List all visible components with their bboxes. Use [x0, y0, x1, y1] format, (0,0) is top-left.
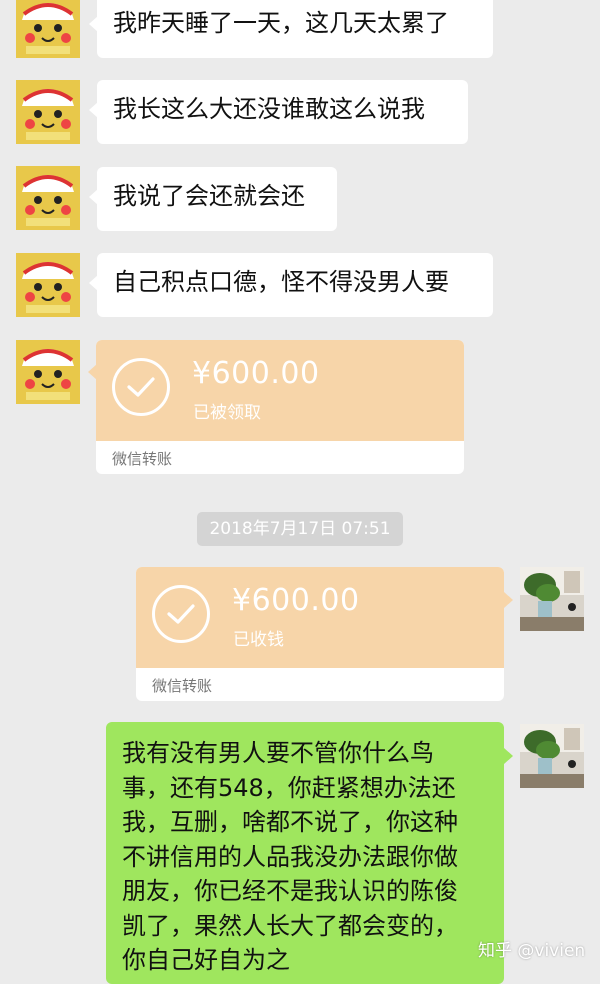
- pikachu-avatar-icon: [16, 166, 80, 230]
- contact-avatar[interactable]: [16, 166, 80, 230]
- transfer-amount: ¥600.00: [192, 356, 320, 391]
- message-text: 我昨天睡了一天，这几天太累了: [113, 9, 449, 37]
- pikachu-avatar-icon: [16, 80, 80, 144]
- transfer-card-header: ¥600.00 已被领取: [96, 340, 464, 441]
- message-bubble[interactable]: 自己积点口德，怪不得没男人要: [89, 253, 493, 317]
- check-circle-icon: [152, 585, 210, 643]
- my-avatar[interactable]: [520, 724, 584, 788]
- contact-avatar[interactable]: [16, 340, 80, 404]
- transfer-card[interactable]: ¥600.00 已被领取 微信转账: [96, 340, 464, 474]
- zhihu-watermark: 知乎 @vivien: [478, 941, 586, 961]
- reply-bubble[interactable]: 我有没有男人要不管你什么鸟 事，还有548，你赶紧想办法还 我，互删，啥都不说了…: [106, 722, 504, 984]
- transfer-label: 微信转账: [152, 677, 213, 695]
- reply-line: 事，还有548，你赶紧想办法还: [122, 773, 456, 802]
- plant-room-avatar-icon: [520, 567, 584, 631]
- reply-line: 我有没有男人要不管你什么鸟: [122, 739, 434, 767]
- pikachu-avatar-icon: [16, 253, 80, 317]
- plant-room-avatar-icon: [520, 724, 584, 788]
- message-bubble[interactable]: 我昨天睡了一天，这几天太累了: [89, 0, 493, 58]
- message-bubble[interactable]: 我长这么大还没谁敢这么说我: [89, 80, 468, 144]
- reply-line: 朋友，你已经不是我认识的陈俊: [122, 877, 458, 905]
- transfer-card[interactable]: ¥600.00 已收钱 微信转账: [136, 567, 504, 701]
- message-text: 我长这么大还没谁敢这么说我: [113, 95, 425, 123]
- message-text: 我说了会还就会还: [113, 182, 305, 210]
- contact-avatar[interactable]: [16, 80, 80, 144]
- reply-line: 不讲信用的人品我没办法跟你做: [122, 842, 458, 871]
- contact-avatar[interactable]: [16, 253, 80, 317]
- transfer-amount: ¥600.00: [232, 583, 360, 618]
- bubble-tail: [504, 748, 513, 764]
- message-bubble[interactable]: 我说了会还就会还: [89, 167, 337, 231]
- transfer-status: 已被领取: [193, 403, 261, 423]
- transfer-label: 微信转账: [112, 450, 173, 468]
- bubble-tail: [504, 592, 513, 608]
- message-text: 自己积点口德，怪不得没男人要: [113, 268, 449, 296]
- my-avatar[interactable]: [520, 567, 584, 631]
- timestamp: 2018年7月17日 07:51: [197, 512, 403, 546]
- pikachu-avatar-icon: [16, 340, 80, 404]
- transfer-card-header: ¥600.00 已收钱: [136, 567, 504, 668]
- check-circle-icon: [112, 358, 170, 416]
- reply-line: 凯了，果然人长大了都会变的，: [122, 911, 458, 940]
- contact-avatar[interactable]: [16, 0, 80, 58]
- reply-line: 你自己好自为之: [122, 946, 290, 974]
- reply-line: 我，互删，啥都不说了，你这种: [122, 808, 458, 836]
- transfer-status: 已收钱: [233, 630, 284, 650]
- pikachu-avatar-icon: [16, 0, 80, 58]
